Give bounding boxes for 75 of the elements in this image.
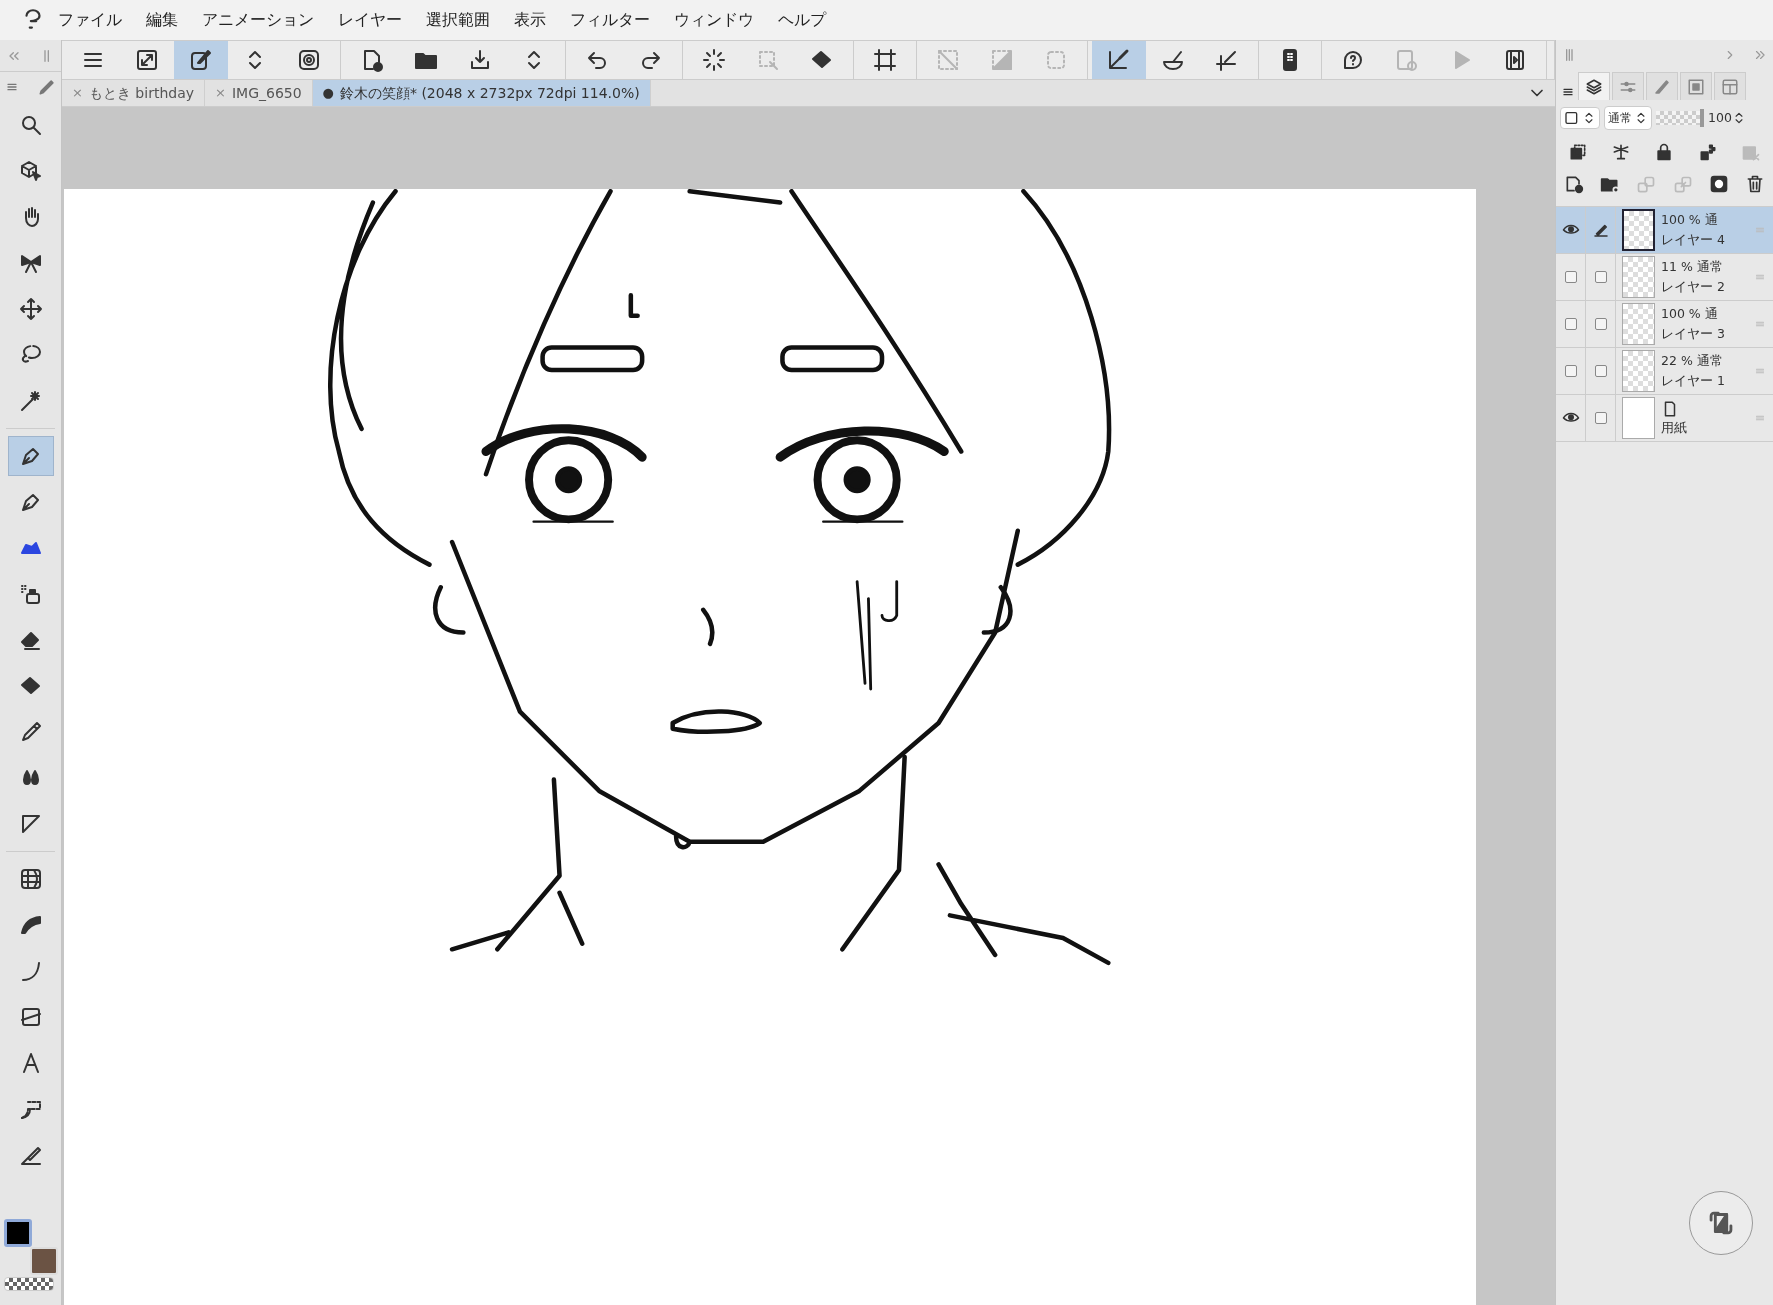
opacity-slider-thumb[interactable] (1700, 109, 1704, 127)
layer-opacity-blend: 22 % 通常 (1661, 352, 1724, 370)
visibility-checkbox[interactable] (1564, 271, 1577, 283)
visibility-checkbox[interactable] (1564, 365, 1577, 377)
layer-opacity-blend: 100 % 通 (1661, 305, 1719, 323)
layer-row[interactable]: 22 % 通常 レイヤー 1 (1556, 348, 1773, 395)
panel-tab[interactable] (1578, 72, 1610, 100)
edit-checkbox[interactable] (1594, 412, 1607, 424)
export-icon (468, 47, 492, 72)
curve-icon (19, 959, 43, 983)
edit-checkbox[interactable] (1594, 271, 1607, 283)
brush-link-icon (189, 47, 213, 72)
swirl-icon (297, 47, 321, 72)
color-swatch[interactable] (4, 1219, 32, 1247)
menu-item[interactable]: レイヤー (326, 8, 414, 32)
toolbar-button[interactable] (174, 41, 228, 79)
menu-item[interactable]: アニメーション (190, 8, 326, 32)
layer-name: 用紙 (1661, 419, 1687, 437)
search-icon (19, 113, 43, 137)
blend-mode-select[interactable]: 通常 (1604, 106, 1652, 130)
menu-item[interactable]: ヘルプ (766, 8, 838, 32)
layers-icon (1585, 77, 1603, 96)
triangle-icon (19, 812, 43, 836)
document-tab[interactable]: もとき birthday (88, 82, 194, 104)
layer-mask-icon[interactable] (1708, 174, 1729, 194)
menu-item[interactable]: 編集 (134, 8, 190, 32)
layer-row[interactable]: 100 % 通 レイヤー 4 (1556, 207, 1773, 254)
menu-item[interactable]: 選択範囲 (414, 8, 502, 32)
crop-frame-icon (873, 47, 897, 72)
opacity-slider[interactable] (1656, 111, 1704, 125)
spray-bottle-icon (19, 582, 43, 606)
layer-name: レイヤー 2 (1661, 278, 1725, 296)
edit-checkbox[interactable] (1594, 318, 1607, 330)
layer-row[interactable]: 用紙 (1556, 395, 1773, 442)
layout-icon (1721, 77, 1739, 96)
layer-name: レイヤー 4 (1661, 231, 1725, 249)
pen-icon (1653, 77, 1671, 96)
cube-cursor-icon (19, 159, 43, 183)
menu-item[interactable]: フィルター (558, 8, 662, 32)
film-icon (1503, 47, 1527, 72)
frame-border-icon (19, 1005, 43, 1029)
layer-opacity-blend: 100 % 通 (1661, 211, 1719, 229)
layer-opacity-blend: 11 % 通常 (1661, 258, 1724, 276)
layer-row[interactable]: 11 % 通常 レイヤー 2 (1556, 254, 1773, 301)
menu-item[interactable]: ファイル (46, 8, 134, 32)
triangle-frame-icon (990, 47, 1014, 72)
move-arrows-icon (19, 297, 43, 321)
gradient-curve-icon (19, 913, 43, 937)
opacity-field[interactable]: 100 (1708, 108, 1746, 128)
edit-checkbox[interactable] (1594, 365, 1607, 377)
tool-button[interactable] (8, 436, 54, 476)
expand-icon (135, 47, 159, 72)
palette-grid-icon (1687, 77, 1705, 96)
grid-panel-icon (19, 867, 43, 891)
pen-icon (37, 77, 57, 97)
layer-name: レイヤー 3 (1661, 325, 1725, 343)
magic-wand-icon (19, 389, 43, 413)
color-mode-control[interactable] (1560, 107, 1600, 129)
unsaved-dot: ● (322, 84, 334, 103)
new-layer-icon[interactable] (1564, 174, 1585, 194)
eyedropper-icon (19, 720, 43, 744)
layer-name: レイヤー 1 (1661, 372, 1725, 390)
document-tab[interactable]: IMG_6650 (231, 82, 302, 104)
menu-item[interactable]: ウィンドウ (662, 8, 766, 32)
ruler-pen-icon (1107, 47, 1131, 72)
square-icon (1564, 110, 1580, 126)
toolbar-button[interactable] (1092, 41, 1146, 79)
visibility-checkbox[interactable] (1564, 318, 1577, 330)
diagonal-frame-icon (936, 47, 960, 72)
layer-row[interactable]: 100 % 通 レイヤー 3 (1556, 301, 1773, 348)
menu-item[interactable]: 表示 (502, 8, 558, 32)
document-tab[interactable]: 鈴木の笑顔* (2048 x 2732px 72dpi 114.0%) (339, 82, 640, 104)
image-toggle-icon (1395, 47, 1419, 72)
spinner-icon (702, 47, 726, 72)
transparent-color-swatch[interactable] (4, 1277, 54, 1291)
